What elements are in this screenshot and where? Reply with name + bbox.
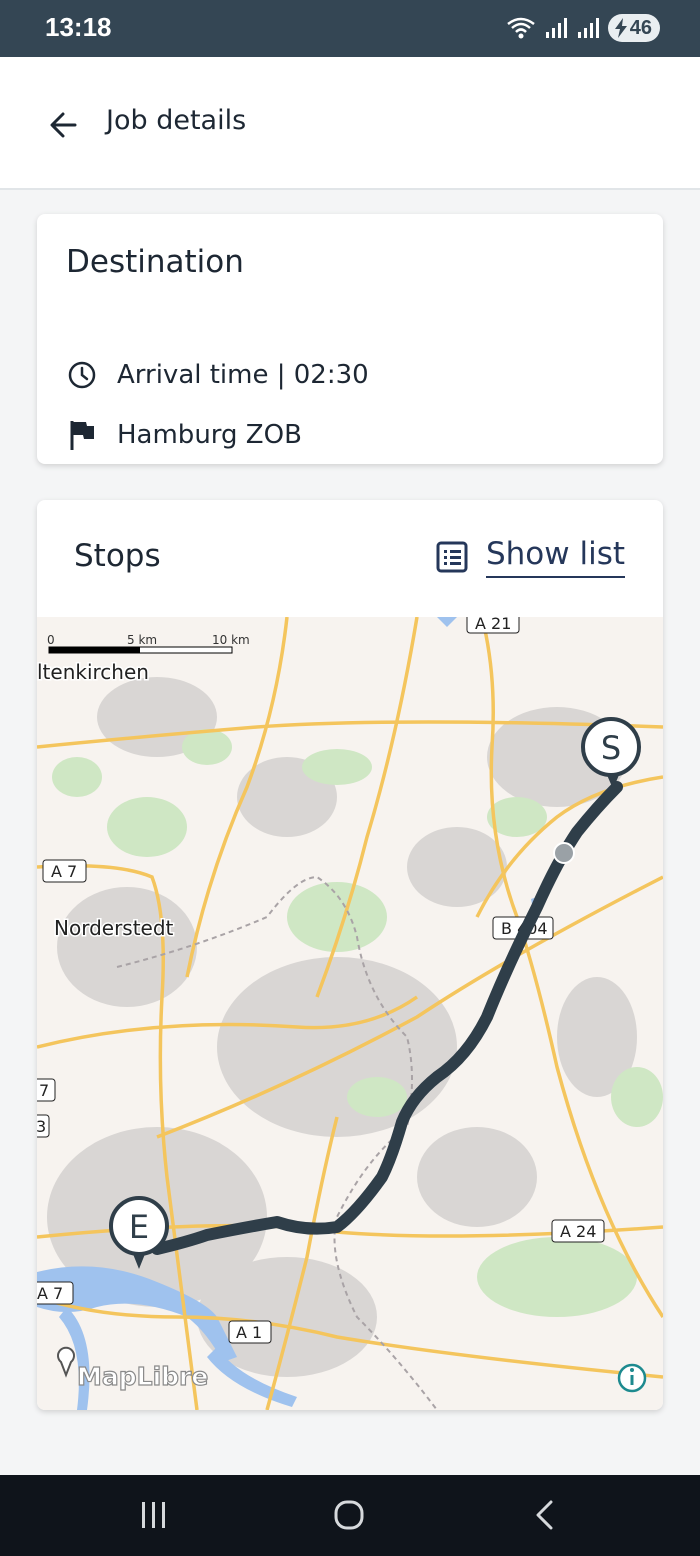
map-scale: 0 5 km 10 km bbox=[47, 633, 250, 654]
status-icons: 46 bbox=[506, 14, 660, 42]
clock-icon bbox=[68, 361, 96, 389]
road-label-a1: A 1 bbox=[236, 1323, 262, 1342]
info-icon[interactable] bbox=[617, 1363, 647, 1393]
destination-title: Destination bbox=[66, 244, 244, 280]
home-icon[interactable] bbox=[329, 1495, 369, 1535]
end-marker-label: E bbox=[129, 1208, 149, 1246]
start-marker-label: S bbox=[601, 729, 621, 767]
route-waypoint[interactable] bbox=[553, 842, 575, 864]
status-time: 13:18 bbox=[45, 12, 112, 42]
stops-card: Stops Show list 0 5 km 10 km ltenkirchen… bbox=[37, 500, 663, 1410]
scale-label-0: 0 bbox=[47, 633, 55, 647]
stops-title: Stops bbox=[74, 538, 161, 574]
signal-icon-2 bbox=[577, 18, 599, 38]
arrival-time-text: Arrival time | 02:30 bbox=[117, 360, 369, 390]
scale-label-10km: 10 km bbox=[212, 633, 250, 647]
maplibre-label: MapLibre bbox=[77, 1362, 208, 1391]
battery-level: 46 bbox=[629, 16, 652, 39]
destination-place-row: Hamburg ZOB bbox=[67, 419, 302, 451]
signal-icon-1 bbox=[545, 18, 567, 38]
flag-icon bbox=[70, 421, 94, 450]
route-map[interactable]: 0 5 km 10 km ltenkirchen Norderstedt A 2… bbox=[37, 617, 663, 1410]
back-nav-icon[interactable] bbox=[525, 1495, 565, 1535]
recent-apps-icon[interactable] bbox=[134, 1495, 174, 1535]
map-canvas: 0 5 km 10 km ltenkirchen Norderstedt A 2… bbox=[37, 617, 663, 1410]
system-nav-bar bbox=[0, 1475, 700, 1556]
destination-card: Destination Arrival time | 02:30 Hamburg… bbox=[37, 214, 663, 464]
page-title: Job details bbox=[106, 105, 247, 136]
road-label-left-2: 3 bbox=[37, 1117, 46, 1136]
destination-place-text: Hamburg ZOB bbox=[117, 420, 302, 450]
show-list-label: Show list bbox=[485, 536, 625, 578]
charging-icon bbox=[614, 18, 627, 38]
show-list-button[interactable]: Show list bbox=[436, 536, 625, 578]
back-arrow-icon[interactable] bbox=[45, 105, 85, 145]
list-icon bbox=[436, 541, 468, 573]
app-bar: Job details bbox=[0, 57, 700, 190]
place-label-norderstedt: Norderstedt bbox=[54, 916, 174, 940]
road-label-a7-bottom: A 7 bbox=[37, 1284, 63, 1303]
wifi-icon bbox=[506, 17, 535, 39]
arrival-time-row: Arrival time | 02:30 bbox=[67, 360, 369, 390]
road-label-a24: A 24 bbox=[560, 1222, 596, 1241]
scale-label-5km: 5 km bbox=[127, 633, 157, 647]
battery-indicator: 46 bbox=[607, 14, 660, 42]
place-label-altenkirchen: ltenkirchen bbox=[37, 660, 149, 684]
content-area: Destination Arrival time | 02:30 Hamburg… bbox=[0, 190, 700, 1475]
road-label-left-1: 7 bbox=[39, 1081, 49, 1100]
road-label-a21: A 21 bbox=[475, 617, 511, 633]
status-bar: 13:18 46 bbox=[0, 0, 700, 57]
road-label-a7-top: A 7 bbox=[51, 862, 77, 881]
